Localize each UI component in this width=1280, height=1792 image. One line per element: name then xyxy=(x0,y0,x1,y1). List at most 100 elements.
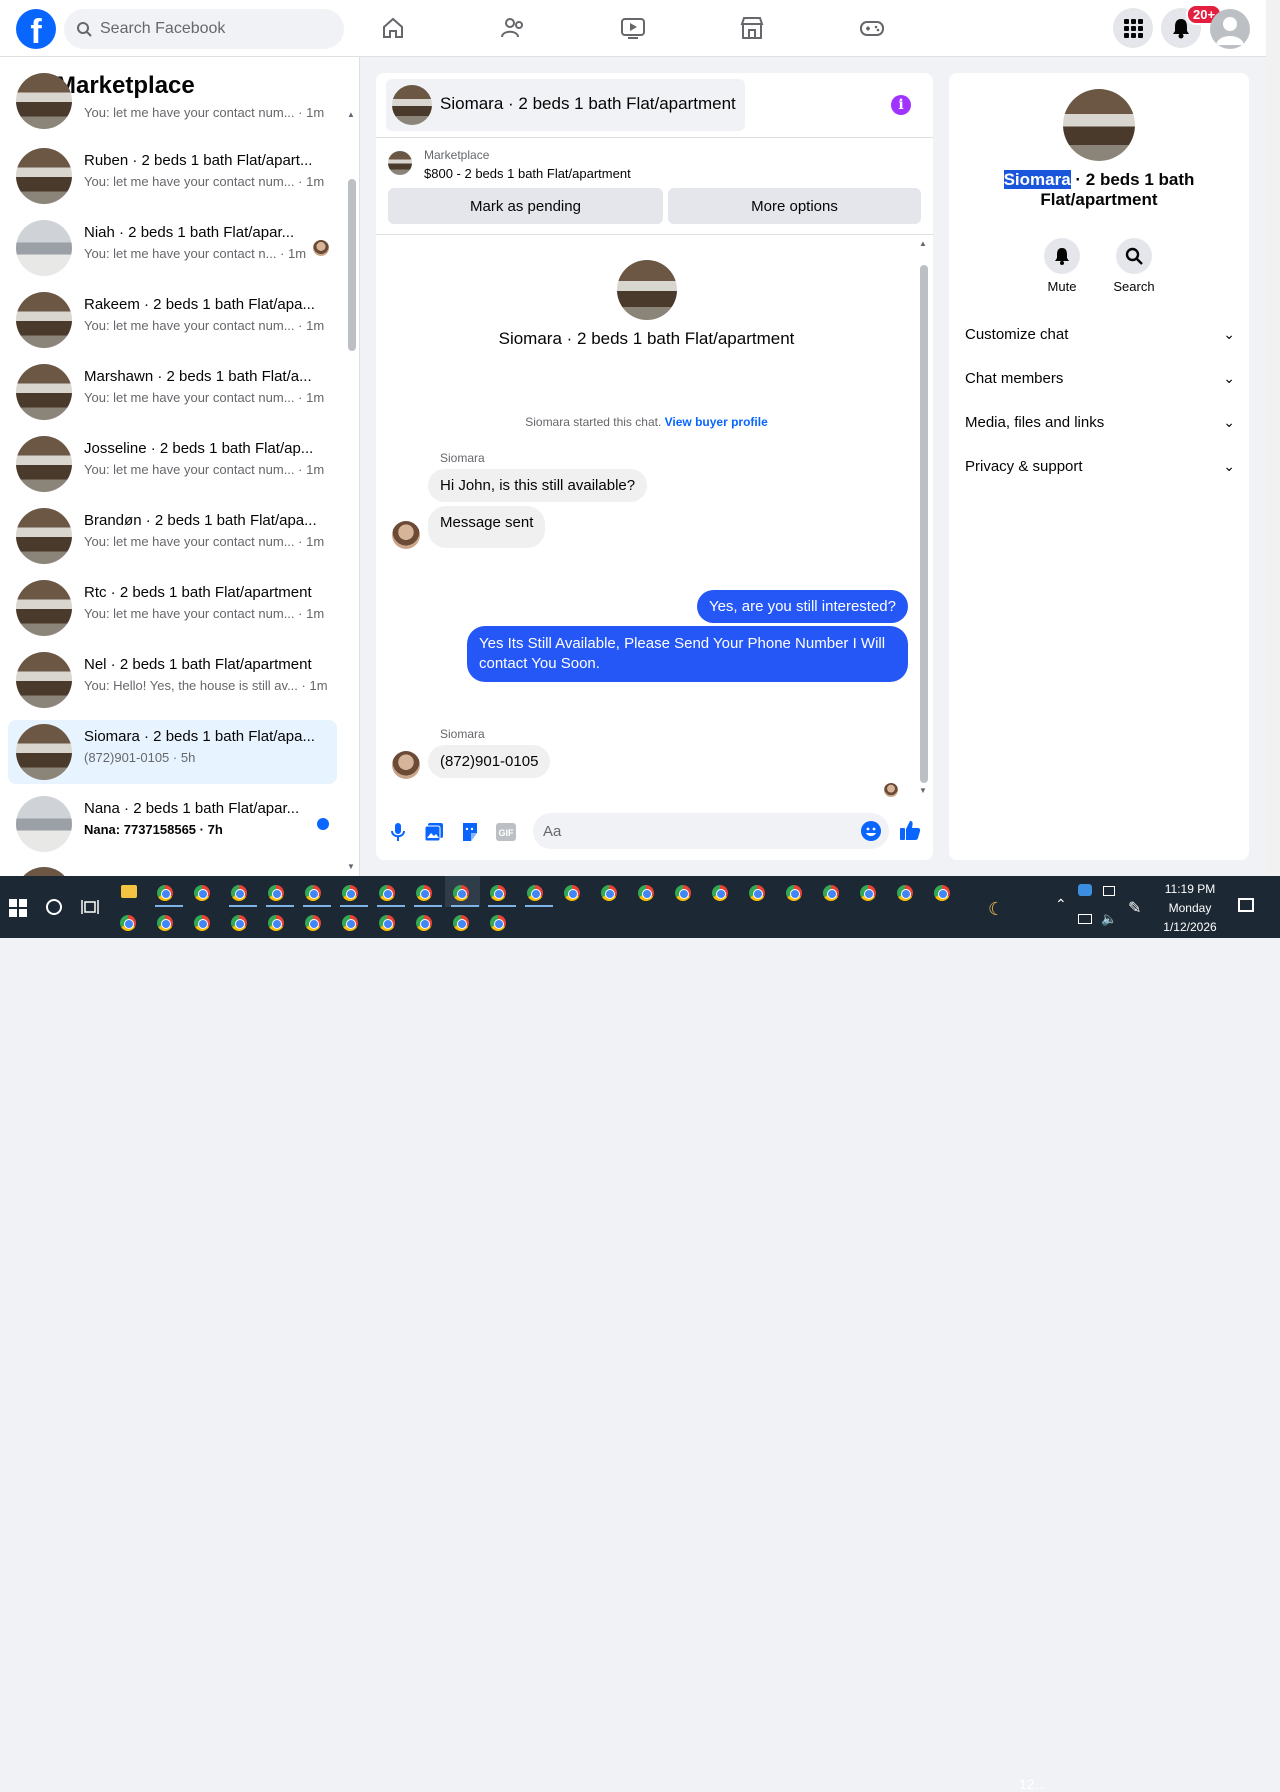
gif-icon[interactable]: GIF xyxy=(495,821,517,843)
meet-now-icon[interactable] xyxy=(1103,886,1115,896)
search-box[interactable]: Search Facebook xyxy=(64,9,344,49)
conversation-item[interactable]: Ruben · 2 beds 1 bath Flat/apart... You: … xyxy=(8,144,337,208)
conversation-item[interactable]: Siomara · 2 beds 1 bath Flat/apa... (872)… xyxy=(8,720,337,784)
conversation-item-partial[interactable]: You: let me have your contact num... · 1… xyxy=(8,73,337,133)
weather-temp[interactable]: 12... xyxy=(1019,1776,1046,1792)
chrome-taskbar-icon[interactable] xyxy=(527,885,543,901)
search-input[interactable]: Search Facebook xyxy=(100,20,225,38)
chrome-taskbar-icon[interactable] xyxy=(638,885,654,901)
listing-price[interactable]: $800 - 2 beds 1 bath Flat/apartment xyxy=(424,166,631,181)
chrome-taskbar-icon[interactable] xyxy=(601,885,617,901)
conversation-item-partial[interactable] xyxy=(16,867,72,876)
conversation-item[interactable]: Rtc · 2 beds 1 bath Flat/apartment You: l… xyxy=(8,576,337,640)
chrome-taskbar-icon[interactable] xyxy=(379,885,395,901)
account-avatar[interactable] xyxy=(1210,9,1250,49)
chrome-taskbar-icon[interactable] xyxy=(305,915,321,931)
network-icon[interactable] xyxy=(1078,914,1092,924)
photo-icon[interactable] xyxy=(423,821,445,843)
conversation-item[interactable]: Rakeem · 2 beds 1 bath Flat/apa... You: l… xyxy=(8,288,337,352)
message-input[interactable]: Aa xyxy=(533,813,889,849)
scroll-down-arrow-icon[interactable]: ▼ xyxy=(919,786,927,795)
marketplace-icon[interactable] xyxy=(738,14,766,42)
more-options-button[interactable]: More options xyxy=(668,188,921,224)
chrome-taskbar-icon[interactable] xyxy=(416,915,432,931)
task-view-icon[interactable] xyxy=(81,899,99,920)
chrome-taskbar-icon[interactable] xyxy=(490,885,506,901)
chrome-taskbar-icon[interactable] xyxy=(675,885,691,901)
facebook-logo[interactable]: f xyxy=(16,9,56,49)
chrome-taskbar-icon[interactable] xyxy=(231,915,247,931)
view-buyer-profile-link[interactable]: View buyer profile xyxy=(665,415,768,429)
privacy-support-section[interactable]: Privacy & support ⌄ xyxy=(965,458,1235,475)
chrome-taskbar-icon[interactable] xyxy=(157,885,173,901)
search-chat-button[interactable] xyxy=(1116,238,1152,274)
conversation-item[interactable]: Nel · 2 beds 1 bath Flat/apartment You: H… xyxy=(8,648,337,712)
chrome-taskbar-icon[interactable] xyxy=(194,915,210,931)
chrome-taskbar-icon[interactable] xyxy=(934,885,950,901)
chat-scrollbar-thumb[interactable] xyxy=(920,265,928,783)
conversation-item[interactable]: Brandøn · 2 beds 1 bath Flat/apa... You: … xyxy=(8,504,337,568)
outgoing-message[interactable]: Yes Its Still Available, Please Send You… xyxy=(467,626,908,682)
chrome-taskbar-icon[interactable] xyxy=(712,885,728,901)
friends-icon[interactable] xyxy=(499,14,527,42)
conversation-item[interactable]: Josseline · 2 beds 1 bath Flat/ap... You:… xyxy=(8,432,337,496)
chat-members-section[interactable]: Chat members ⌄ xyxy=(965,370,1235,387)
thumbs-up-icon[interactable] xyxy=(899,819,921,841)
microphone-icon[interactable] xyxy=(387,821,409,843)
media-files-links-section[interactable]: Media, files and links ⌄ xyxy=(965,414,1235,431)
chrome-taskbar-icon[interactable] xyxy=(157,915,173,931)
notification-center-icon[interactable] xyxy=(1238,898,1254,912)
volume-icon[interactable]: 🔈 xyxy=(1101,911,1117,927)
emoji-icon[interactable] xyxy=(861,821,881,841)
sticker-icon[interactable] xyxy=(459,821,481,843)
chat-header[interactable]: Siomara · 2 beds 1 bath Flat/apartment xyxy=(386,79,745,131)
sidebar-scrollbar-thumb[interactable] xyxy=(348,179,356,351)
file-explorer-icon[interactable] xyxy=(121,885,137,898)
chrome-taskbar-icon[interactable] xyxy=(120,915,136,931)
gaming-icon[interactable] xyxy=(858,14,886,42)
weather-moon-icon[interactable]: ☾ xyxy=(988,899,1004,920)
incoming-message[interactable]: Hi John, is this still available? xyxy=(428,469,648,502)
chrome-taskbar-icon[interactable] xyxy=(416,885,432,901)
home-icon[interactable] xyxy=(379,14,407,42)
windows-start-icon[interactable] xyxy=(9,899,27,922)
incoming-message[interactable]: Message sent xyxy=(428,506,546,548)
chrome-taskbar-icon[interactable] xyxy=(786,885,802,901)
listing-photo[interactable] xyxy=(1063,89,1135,161)
chrome-taskbar-icon[interactable] xyxy=(453,885,469,901)
mark-as-pending-button[interactable]: Mark as pending xyxy=(388,188,663,224)
chrome-taskbar-icon[interactable] xyxy=(194,885,210,901)
chrome-taskbar-icon[interactable] xyxy=(305,885,321,901)
conversation-item[interactable]: Niah · 2 beds 1 bath Flat/apar... You: le… xyxy=(8,216,337,280)
chrome-taskbar-icon[interactable] xyxy=(564,885,580,901)
chrome-taskbar-icon[interactable] xyxy=(342,915,358,931)
outgoing-message[interactable]: Yes, are you still interested? xyxy=(696,590,908,623)
chrome-taskbar-icon[interactable] xyxy=(860,885,876,901)
sender-avatar[interactable] xyxy=(392,751,420,779)
scroll-down-arrow-icon[interactable]: ▼ xyxy=(347,862,355,871)
chrome-taskbar-icon[interactable] xyxy=(342,885,358,901)
pen-icon[interactable]: ✎ xyxy=(1128,898,1141,918)
chrome-taskbar-icon[interactable] xyxy=(823,885,839,901)
taskbar-clock[interactable]: 11:19 PM Monday 1/12/2026 xyxy=(1160,880,1220,937)
chrome-taskbar-icon[interactable] xyxy=(268,885,284,901)
scroll-up-arrow-icon[interactable]: ▲ xyxy=(919,239,927,248)
chrome-taskbar-icon[interactable] xyxy=(453,915,469,931)
conversation-item[interactable]: Marshawn · 2 beds 1 bath Flat/a... You: l… xyxy=(8,360,337,424)
incoming-message[interactable]: (872)901-0105 xyxy=(428,745,551,778)
chrome-taskbar-icon[interactable] xyxy=(749,885,765,901)
sender-avatar[interactable] xyxy=(392,521,420,549)
onedrive-icon[interactable] xyxy=(1078,884,1092,896)
chrome-taskbar-icon[interactable] xyxy=(231,885,247,901)
menu-grid-icon[interactable] xyxy=(1113,8,1153,48)
info-icon[interactable]: i xyxy=(891,95,911,115)
page-scrollbar[interactable] xyxy=(1266,0,1280,876)
cortana-search-icon[interactable] xyxy=(46,899,62,915)
mute-button[interactable] xyxy=(1044,238,1080,274)
conversation-item[interactable]: Nana · 2 beds 1 bath Flat/apar... Nana: 7… xyxy=(8,792,337,856)
chrome-taskbar-icon[interactable] xyxy=(379,915,395,931)
chrome-taskbar-icon[interactable] xyxy=(897,885,913,901)
chrome-taskbar-icon[interactable] xyxy=(490,915,506,931)
scroll-up-arrow-icon[interactable]: ▲ xyxy=(347,110,355,119)
chevron-up-icon[interactable]: ⌃ xyxy=(1055,896,1067,913)
